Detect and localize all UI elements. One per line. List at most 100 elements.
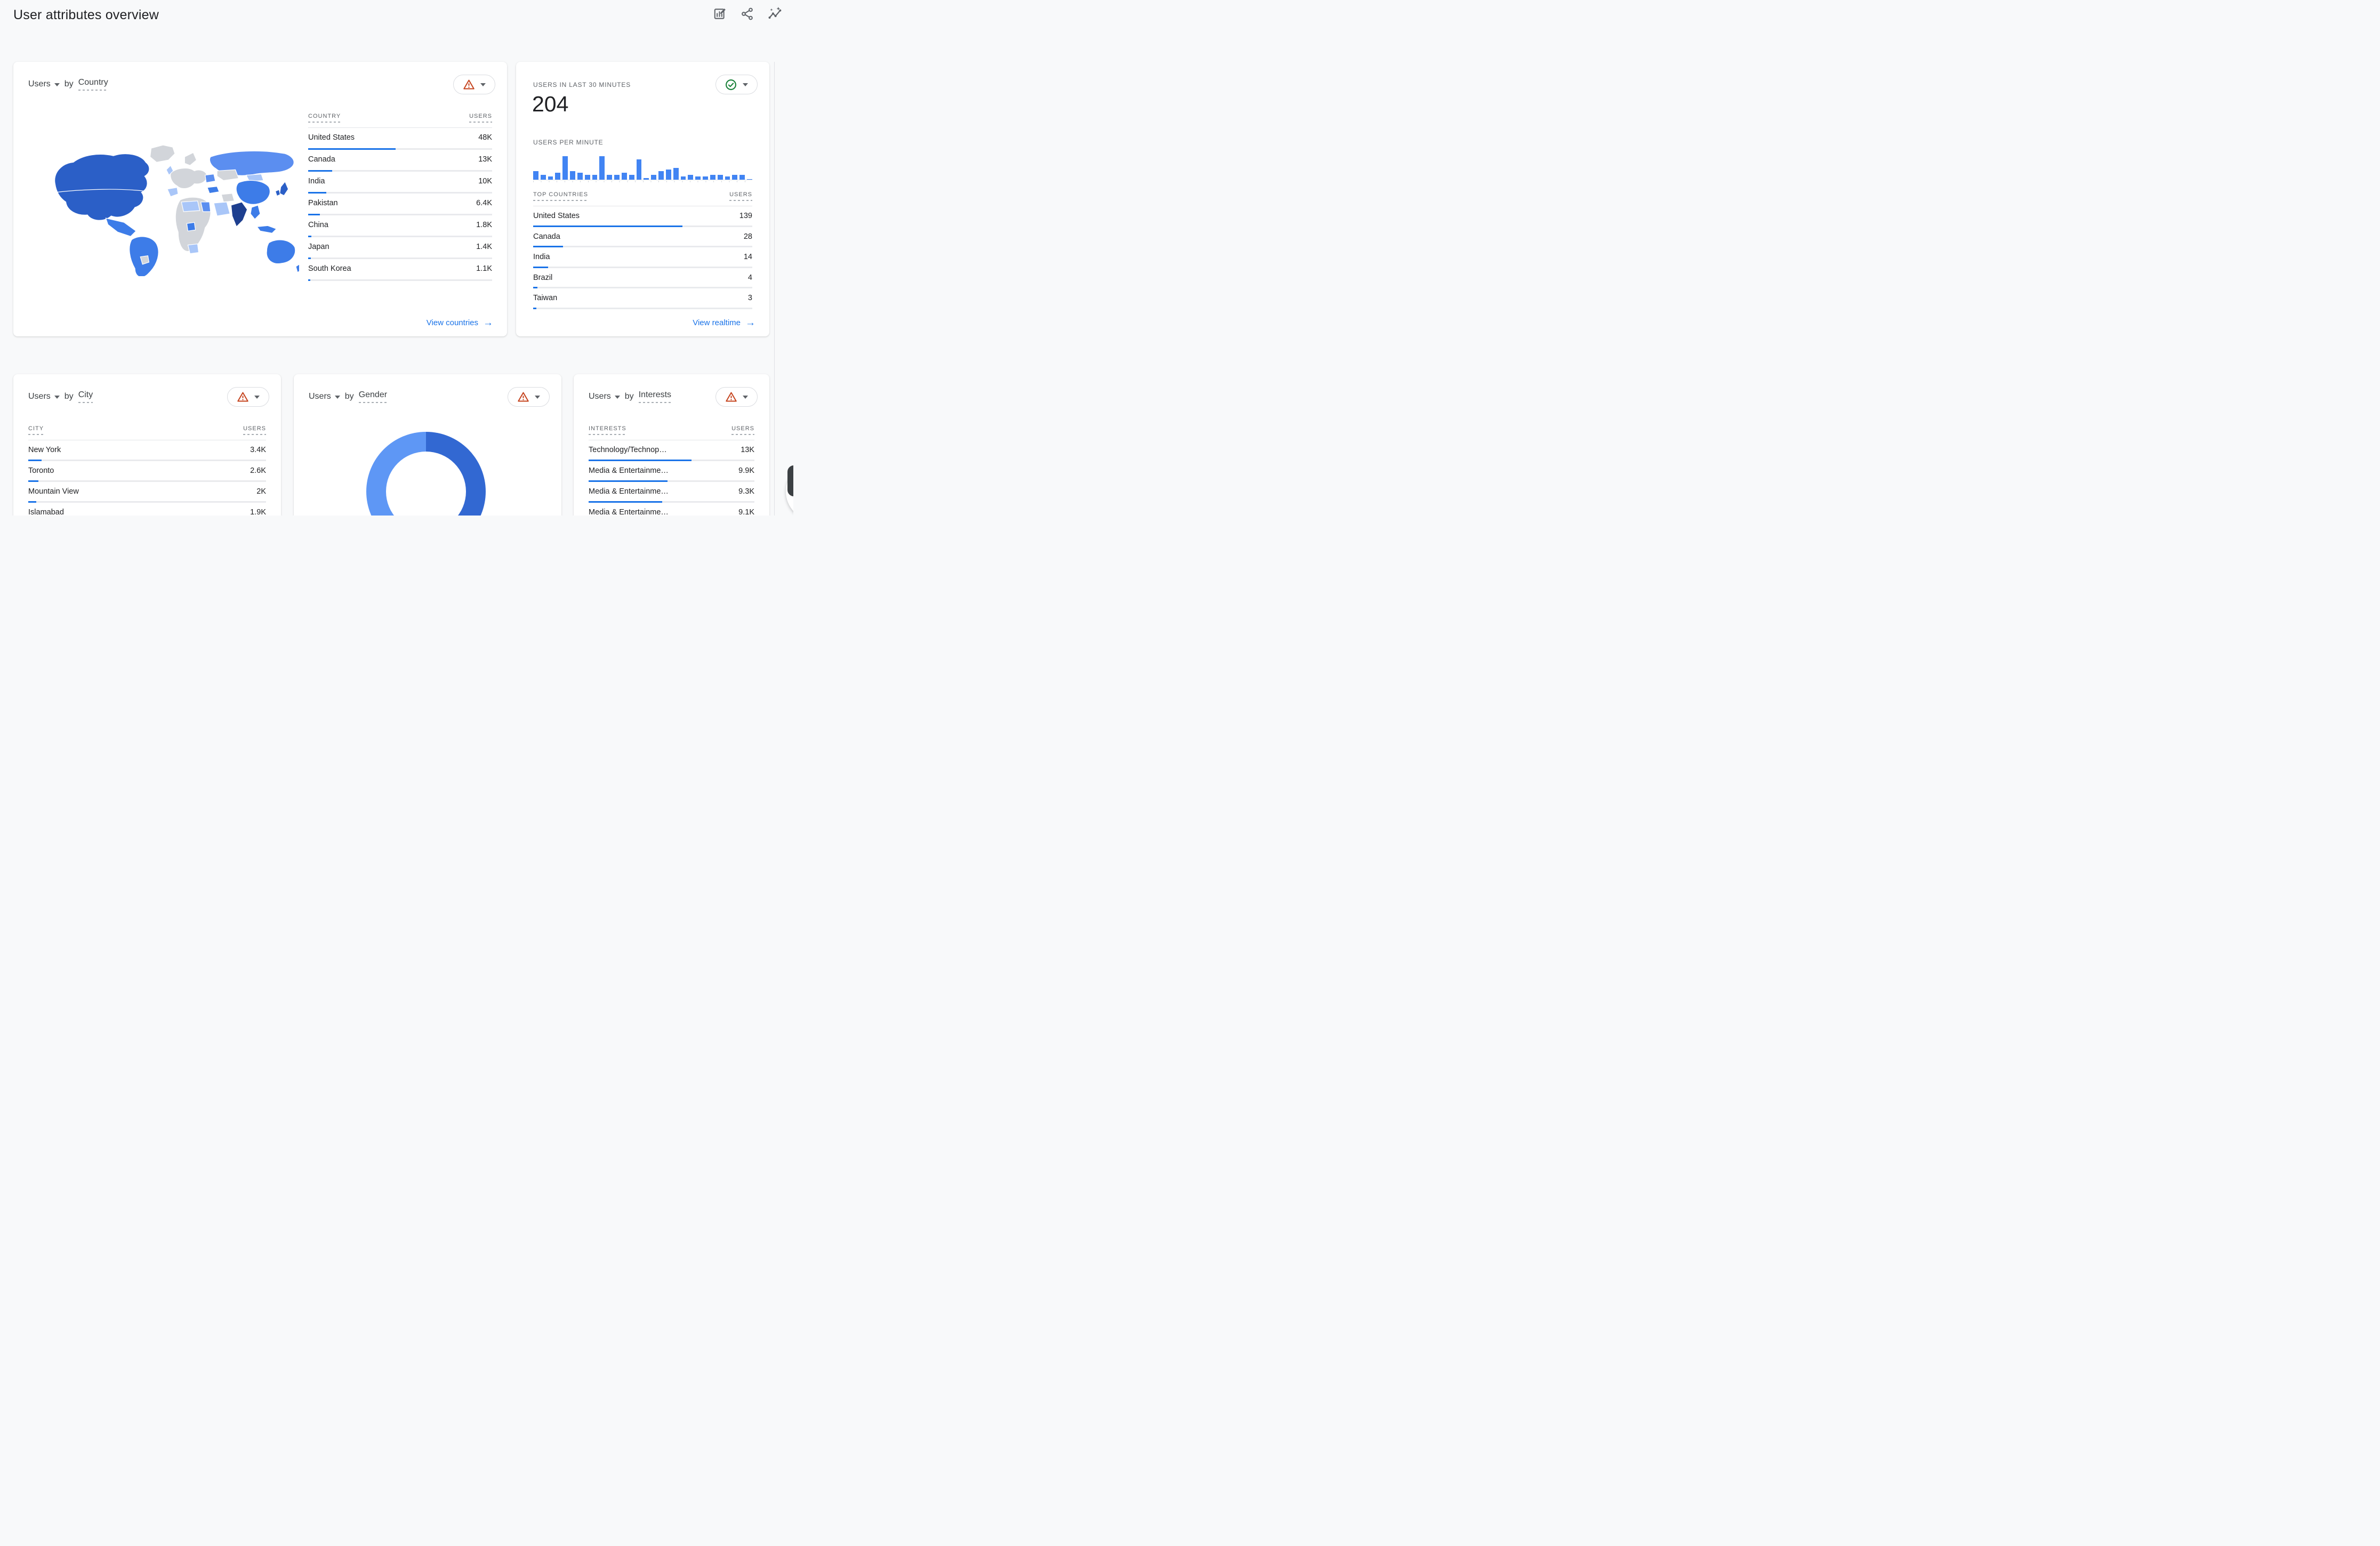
minute-bar <box>562 156 568 180</box>
map-turkey <box>207 187 219 194</box>
table-row: South Korea 1.1K <box>308 259 492 281</box>
row-value: 3.4K <box>250 446 266 454</box>
column-header-top-countries[interactable]: TOP COUNTRIES <box>533 191 588 201</box>
table-row: Taiwan 3 <box>533 288 752 309</box>
row-label: Taiwan <box>533 294 557 302</box>
data-quality-pill[interactable] <box>227 387 269 407</box>
dimension-selector[interactable]: Gender <box>359 390 387 403</box>
help-fab-icon <box>787 465 793 496</box>
minute-bar <box>644 178 649 180</box>
row-value: 6.4K <box>476 199 492 207</box>
column-header-city[interactable]: CITY <box>28 425 44 435</box>
metric-label: Users <box>309 392 331 401</box>
dimension-selector[interactable]: City <box>78 390 93 403</box>
minute-bar <box>637 159 642 180</box>
view-realtime-link[interactable]: View realtime→ <box>693 318 755 328</box>
metric-label: Users <box>28 79 51 89</box>
metric-label: Users <box>589 392 611 401</box>
row-value: 9.9K <box>738 466 754 475</box>
card-title: Users by Gender <box>309 390 387 403</box>
row-label: United States <box>308 133 355 142</box>
map-korea <box>275 190 280 196</box>
column-header-users[interactable]: USERS <box>729 191 752 201</box>
row-label: United States <box>533 212 580 220</box>
table-row: Brazil 4 <box>533 268 752 289</box>
page-title: User attributes overview <box>13 7 159 23</box>
edit-comparison-button[interactable] <box>712 6 727 21</box>
map-scandinavia <box>184 152 196 165</box>
row-label: Media & Entertainme… <box>589 487 669 496</box>
users-per-minute-chart[interactable] <box>533 156 752 180</box>
bar-fill <box>308 279 310 281</box>
table-rows: New York 3.4K Toronto 2.6K Mountain View… <box>28 440 266 516</box>
table-headers: INTERESTS USERS <box>589 425 754 435</box>
map-ukraine <box>205 174 215 182</box>
chevron-down-icon <box>480 83 486 86</box>
table-row: Canada 28 <box>533 227 752 248</box>
preposition-label: by <box>65 392 74 401</box>
row-value: 1.1K <box>476 264 492 273</box>
warning-icon <box>463 79 475 90</box>
row-label: Japan <box>308 243 329 251</box>
warning-icon <box>237 391 248 402</box>
dimension-selector[interactable]: Country <box>78 78 108 91</box>
donut-hole <box>386 452 466 516</box>
map-nigeria <box>187 222 195 231</box>
data-quality-pill[interactable] <box>715 387 758 407</box>
header-toolbar <box>712 6 783 21</box>
data-quality-pill[interactable] <box>453 75 495 94</box>
metric-dropdown[interactable]: Users <box>589 392 620 401</box>
column-header-country[interactable]: COUNTRY <box>308 113 341 123</box>
minute-bar <box>658 171 664 180</box>
row-value: 139 <box>739 212 752 220</box>
map-north-africa <box>181 201 199 212</box>
data-quality-pill[interactable] <box>508 387 550 407</box>
row-label: South Korea <box>308 264 351 273</box>
map-greenland <box>150 145 175 162</box>
column-header-interests[interactable]: INTERESTS <box>589 425 626 435</box>
table-row: India 10K <box>308 172 492 194</box>
table-row: Media & Entertainme… 9.9K <box>589 461 754 482</box>
row-label: India <box>533 253 550 261</box>
data-quality-pill[interactable] <box>715 75 758 94</box>
view-countries-link[interactable]: View countries→ <box>427 318 493 328</box>
metric-dropdown[interactable]: Users <box>28 392 60 401</box>
row-value: 2.6K <box>250 466 266 475</box>
map-iberia <box>167 188 178 197</box>
dimension-selector[interactable]: Interests <box>639 390 671 403</box>
gender-donut-chart[interactable] <box>366 432 486 516</box>
table-headers: CITY USERS <box>28 425 266 435</box>
minute-bar <box>614 175 620 180</box>
preposition-label: by <box>625 392 634 401</box>
column-header-users[interactable]: USERS <box>469 113 492 123</box>
minute-bar <box>703 176 708 180</box>
share-icon <box>741 7 754 21</box>
table-row: Islamabad 1.9K <box>28 503 266 516</box>
world-choropleth-map[interactable] <box>45 142 299 276</box>
preposition-label: by <box>65 79 74 89</box>
users-per-minute-label: USERS PER MINUTE <box>533 139 603 146</box>
metric-dropdown[interactable]: Users <box>309 392 340 401</box>
row-label: Brazil <box>533 273 552 282</box>
bar-track <box>308 279 492 281</box>
column-header-users[interactable]: USERS <box>731 425 754 435</box>
minute-bar <box>666 170 671 180</box>
column-header-users[interactable]: USERS <box>243 425 266 435</box>
minute-bar <box>622 173 627 180</box>
help-fab-button[interactable] <box>786 462 793 516</box>
chevron-down-icon <box>54 396 60 399</box>
insights-button[interactable] <box>768 6 783 21</box>
country-table: COUNTRY USERS United States 48K Canada 1… <box>308 113 492 281</box>
minute-bar <box>725 176 730 180</box>
minute-bar <box>555 173 560 180</box>
chevron-down-icon <box>54 83 60 86</box>
share-button[interactable] <box>740 6 755 21</box>
edit-comparison-icon <box>713 7 727 21</box>
table-rows: United States 139 Canada 28 India 14 Bra… <box>533 206 752 309</box>
table-row: United States 48K <box>308 128 492 150</box>
row-value: 10K <box>478 177 492 186</box>
table-rows: Technology/Technop… 13K Media & Entertai… <box>589 440 754 516</box>
map-southeast-asia <box>251 205 260 219</box>
preposition-label: by <box>345 392 354 401</box>
metric-dropdown[interactable]: Users <box>28 79 60 89</box>
